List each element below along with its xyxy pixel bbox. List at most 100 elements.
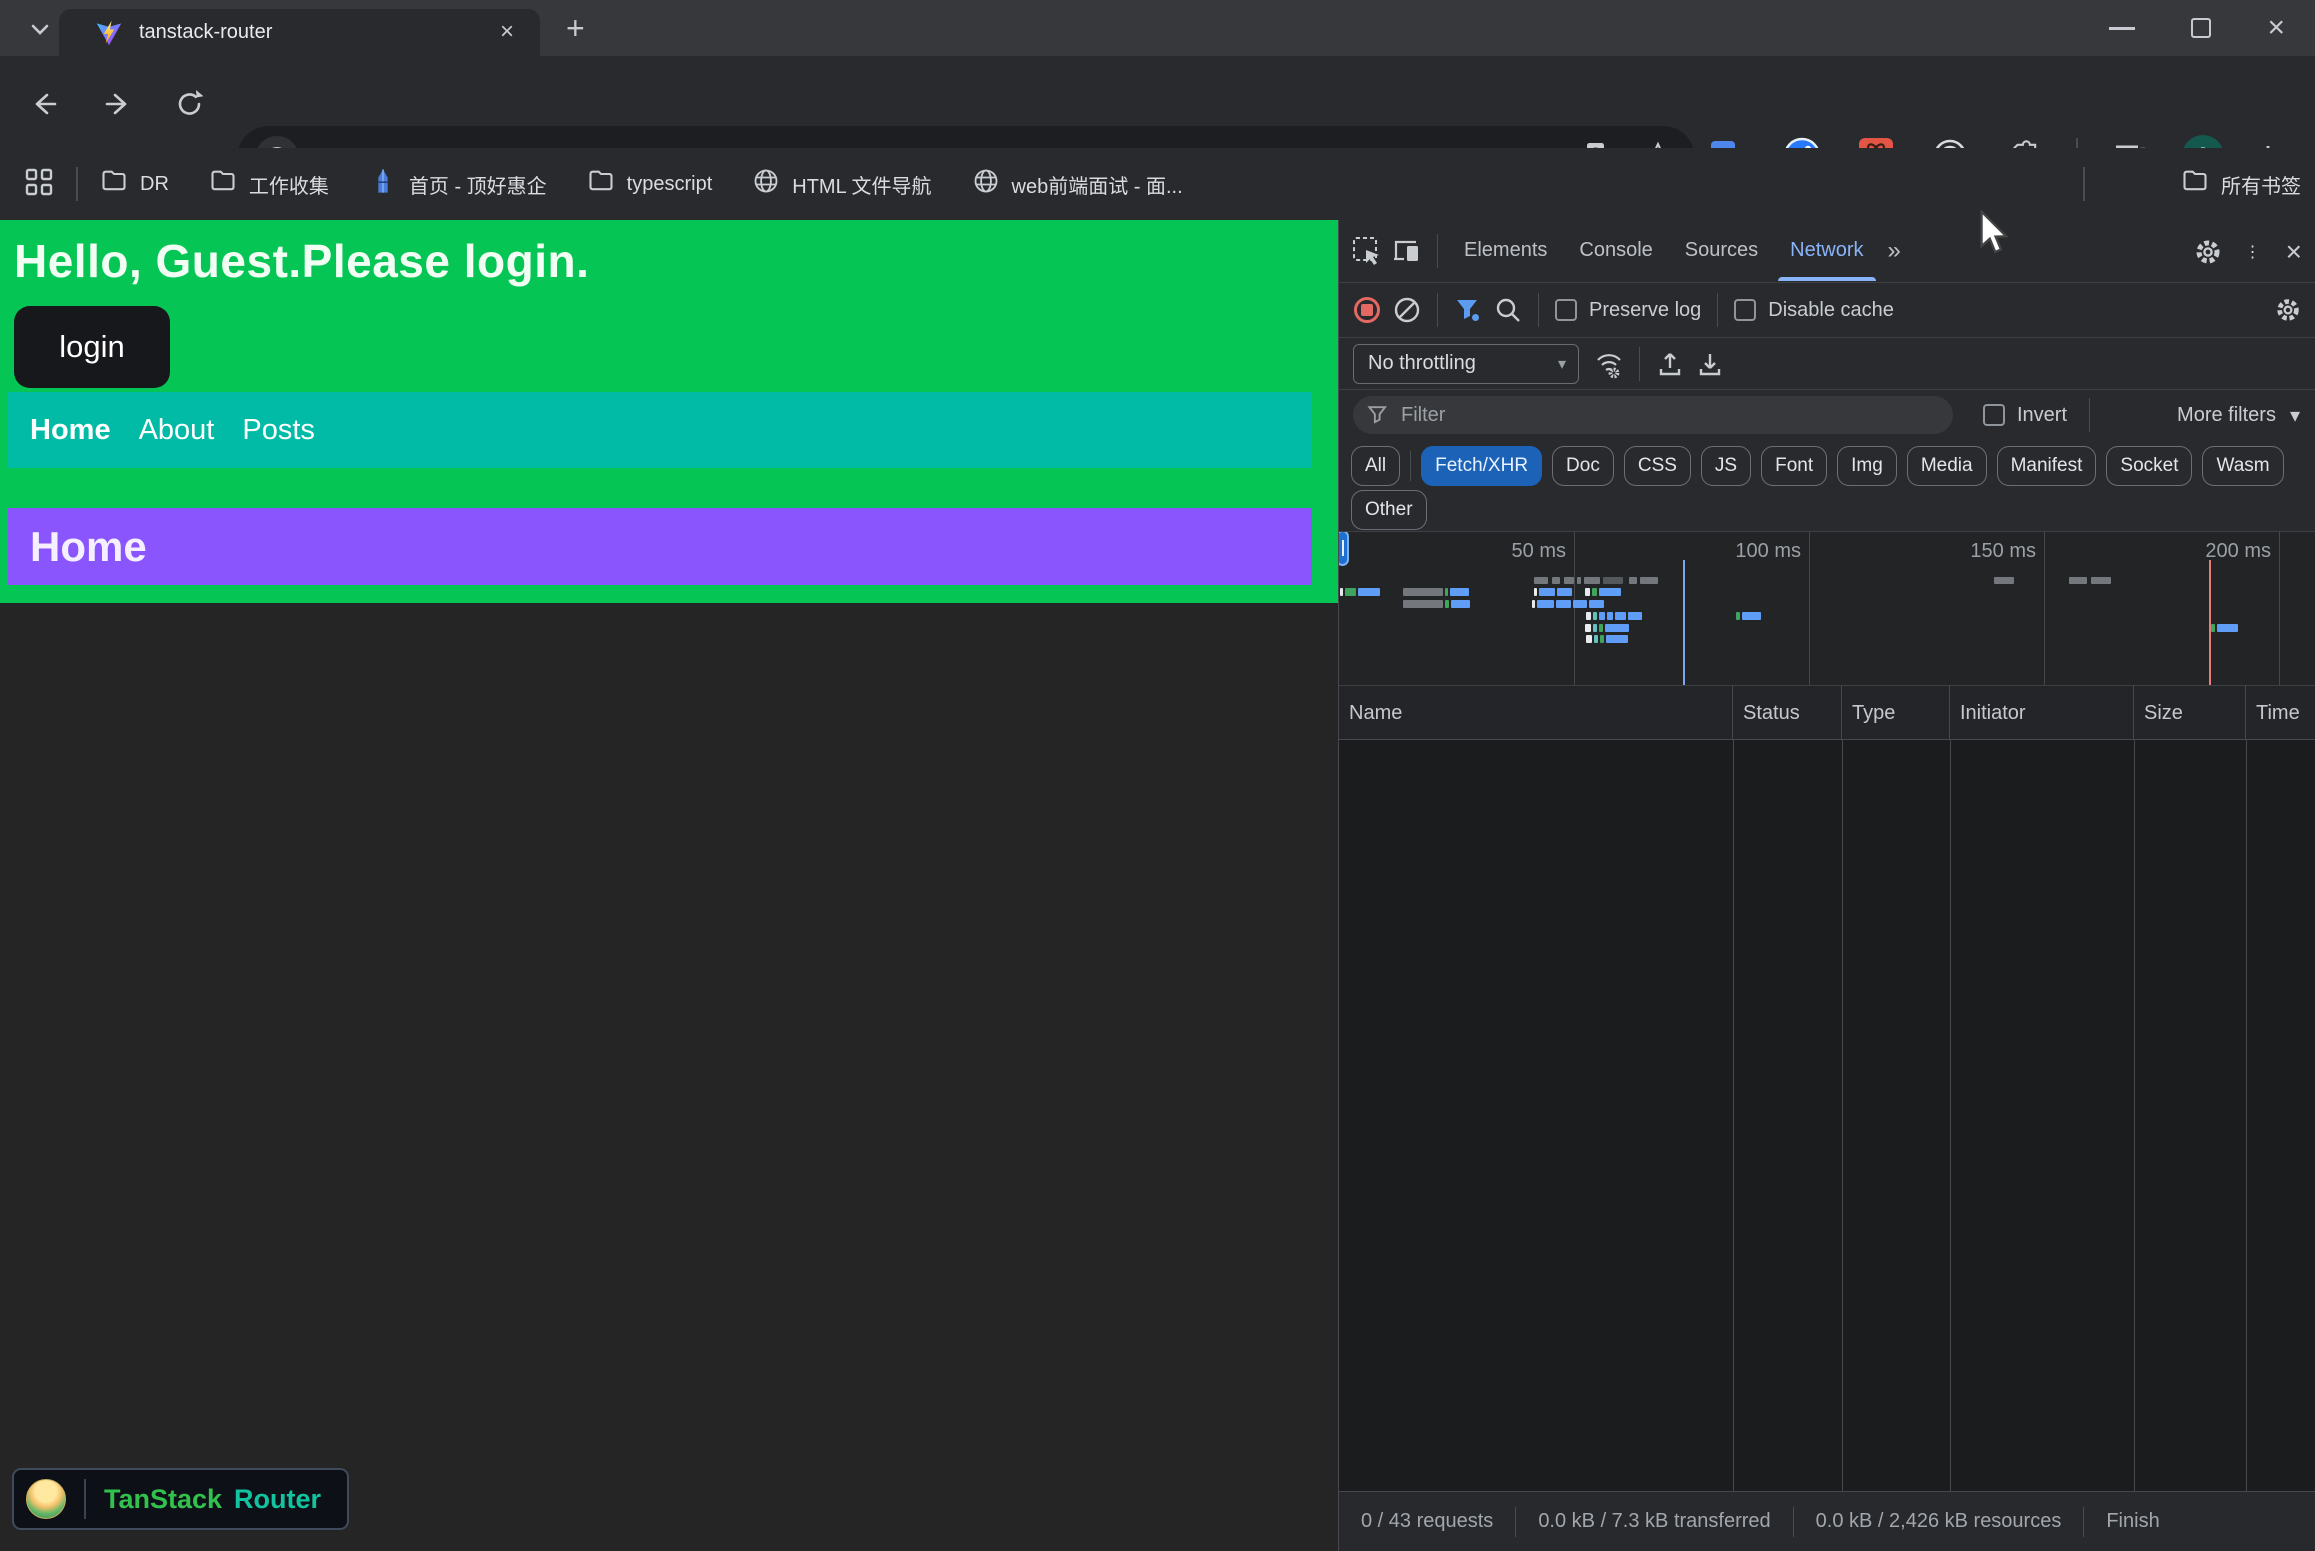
close-window-button[interactable]: × [2267, 13, 2285, 43]
waterfall-bar [1557, 588, 1572, 596]
tanstack-router-devtools-badge[interactable]: TanStack Router [12, 1468, 349, 1530]
timeline-gridline [2044, 532, 2045, 685]
bookmark-item-2[interactable]: 首页 - 顶好惠企 [369, 167, 547, 201]
waterfall-bar [1603, 577, 1623, 584]
column-header-initiator[interactable]: Initiator [1950, 686, 2134, 740]
chip-fetch-xhr[interactable]: Fetch/XHR [1421, 446, 1542, 486]
waterfall-bar [1585, 588, 1590, 596]
column-header-time[interactable]: Time [2246, 686, 2315, 740]
maximize-button[interactable] [2191, 18, 2211, 38]
apps-grid-icon[interactable] [24, 167, 54, 202]
devtools-separator [1437, 293, 1438, 327]
timeline-drag-handle[interactable] [1339, 532, 1349, 566]
all-bookmarks-button[interactable]: 所有书签 [2181, 167, 2301, 201]
window-controls: × [2109, 0, 2315, 56]
bookmark-item-5[interactable]: web前端面试 - 面... [972, 167, 1183, 201]
devtools-tab-sources[interactable]: Sources [1669, 220, 1774, 283]
devtools-tab-console[interactable]: Console [1563, 220, 1668, 283]
column-header-status[interactable]: Status [1733, 686, 1842, 740]
waterfall-bar [2091, 577, 2111, 584]
waterfall-bar [1403, 588, 1443, 596]
devtools-tab-bar: ElementsConsoleSourcesNetwork » ⋮ × [1339, 220, 2315, 283]
waterfall-bar [1564, 577, 1574, 584]
column-header-size[interactable]: Size [2134, 686, 2246, 740]
waterfall-bar [1640, 577, 1658, 584]
chip-doc[interactable]: Doc [1552, 446, 1614, 486]
waterfall-bar [1534, 577, 1548, 584]
more-filters-button[interactable]: More filters ▾ [2177, 403, 2300, 428]
chip-other[interactable]: Other [1351, 490, 1427, 530]
waterfall-bar [1586, 612, 1591, 620]
folder-icon [2181, 167, 2209, 201]
search-icon[interactable] [1488, 290, 1528, 330]
preserve-log-checkbox[interactable] [1555, 299, 1577, 321]
filter-funnel-icon[interactable] [1448, 290, 1488, 330]
chip-wasm[interactable]: Wasm [2202, 446, 2283, 486]
bookmark-label: HTML 文件导航 [792, 170, 931, 199]
bookmarks-separator [2083, 167, 2085, 201]
chip-manifest[interactable]: Manifest [1997, 446, 2097, 486]
filter-input[interactable]: Filter [1353, 396, 1953, 434]
forward-icon[interactable] [96, 82, 140, 126]
badge-label: Router [234, 1484, 321, 1515]
chip-media[interactable]: Media [1907, 446, 1987, 486]
nav-link-about[interactable]: About [139, 414, 215, 447]
chip-separator [1410, 451, 1411, 481]
network-settings-gear-icon[interactable] [2268, 290, 2308, 330]
clear-network-log-icon[interactable] [1387, 290, 1427, 330]
devtools-tab-elements[interactable]: Elements [1448, 220, 1563, 283]
waterfall-bar [1742, 612, 1761, 620]
chip-all[interactable]: All [1351, 446, 1400, 486]
settings-gear-icon[interactable] [2188, 232, 2228, 272]
nav-link-home[interactable]: Home [30, 414, 111, 447]
chip-css[interactable]: CSS [1624, 446, 1691, 486]
bookmark-label: typescript [627, 173, 713, 196]
chip-img[interactable]: Img [1837, 446, 1897, 486]
chip-js[interactable]: JS [1701, 446, 1751, 486]
new-tab-button[interactable]: + [566, 10, 585, 47]
invert-checkbox[interactable] [1983, 404, 2005, 426]
waterfall-bar [2217, 624, 2238, 632]
nav-link-posts[interactable]: Posts [242, 414, 315, 447]
throttling-row: No throttling ▾ [1339, 338, 2315, 390]
import-har-icon[interactable] [1650, 344, 1690, 384]
bookmark-label: 工作收集 [249, 170, 329, 199]
column-header-name[interactable]: Name [1339, 686, 1733, 740]
record-network-log-icon[interactable] [1347, 290, 1387, 330]
devtools-menu-icon[interactable]: ⋮ [2242, 232, 2264, 272]
statusbar-separator [1515, 1507, 1516, 1537]
devtools-close-icon[interactable]: × [2278, 236, 2310, 268]
bookmark-item-0[interactable]: DR [100, 167, 169, 201]
minimize-button[interactable] [2109, 27, 2135, 30]
bookmark-item-3[interactable]: typescript [587, 167, 713, 201]
chip-socket[interactable]: Socket [2106, 446, 2192, 486]
chip-font[interactable]: Font [1761, 446, 1827, 486]
request-table-body[interactable] [1339, 740, 2315, 1491]
timeline-tick-label: 50 ms [1456, 540, 1566, 563]
throttling-value: No throttling [1368, 352, 1476, 375]
tab-search-chevron-icon[interactable] [24, 14, 56, 44]
reload-icon[interactable] [168, 82, 212, 126]
devtools-tab-network[interactable]: Network [1774, 220, 1879, 283]
bookmark-label: DR [140, 173, 169, 196]
throttling-dropdown[interactable]: No throttling ▾ [1353, 344, 1579, 384]
browser-tab[interactable]: tanstack-router × [59, 9, 540, 56]
disable-cache-checkbox[interactable] [1734, 299, 1756, 321]
login-button[interactable]: login [14, 306, 170, 388]
column-header-type[interactable]: Type [1842, 686, 1950, 740]
more-tabs-icon[interactable]: » [1880, 237, 1909, 265]
browser-window: tanstack-router × + × localhost:5173 [0, 0, 2315, 1551]
network-overview-timeline[interactable]: 50 ms100 ms150 ms200 ms [1339, 532, 2315, 686]
back-icon[interactable] [22, 82, 66, 126]
tab-close-icon[interactable]: × [500, 19, 514, 45]
bookmark-item-1[interactable]: 工作收集 [209, 167, 329, 201]
tanstack-logo-icon [26, 1479, 66, 1519]
waterfall-bar [1537, 600, 1554, 608]
bookmark-item-4[interactable]: HTML 文件导航 [752, 167, 931, 201]
waterfall-bar [1445, 600, 1449, 608]
export-har-icon[interactable] [1690, 344, 1730, 384]
section-bar: Home [8, 508, 1312, 585]
network-conditions-icon[interactable] [1589, 344, 1629, 384]
inspect-element-icon[interactable] [1347, 231, 1387, 271]
device-toolbar-icon[interactable] [1387, 231, 1427, 271]
